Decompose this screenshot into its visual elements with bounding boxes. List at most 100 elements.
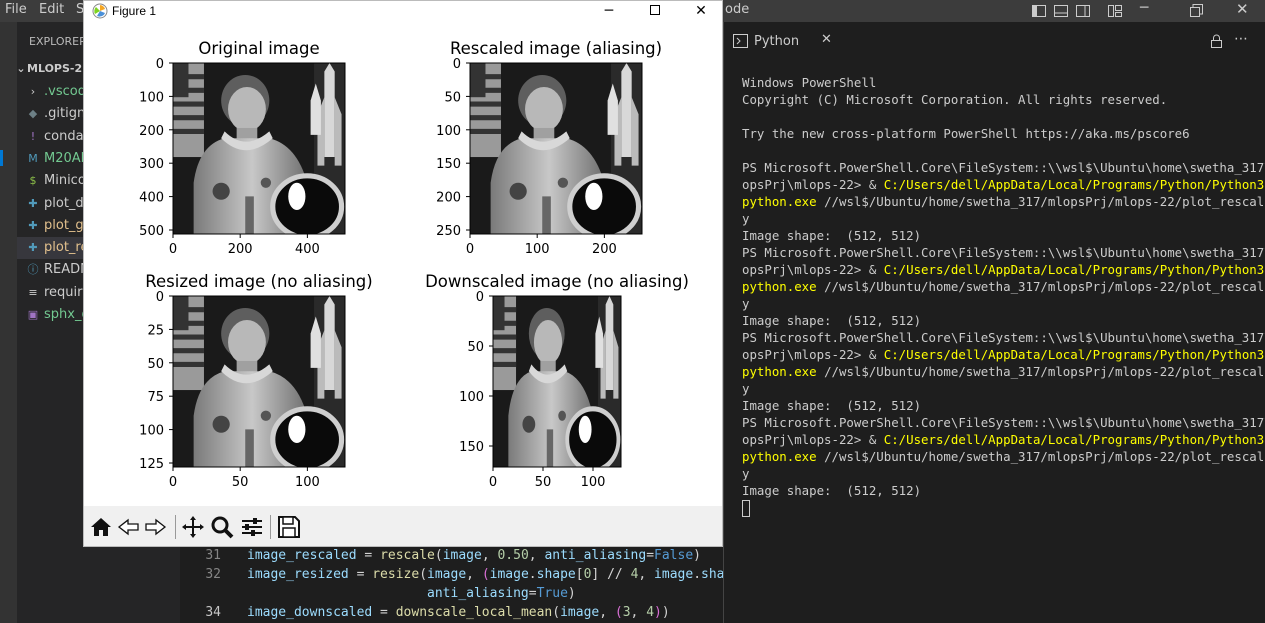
save-icon[interactable] (276, 514, 302, 540)
y-tick-label: 25 (147, 323, 164, 338)
y-tick-label: 50 (147, 357, 164, 372)
subplot: Resized image (no aliasing)0 50 1000255075… (139, 272, 373, 490)
back-icon[interactable] (116, 514, 142, 540)
y-tick-label: 0 (156, 57, 164, 72)
y-tick-label: 100 (139, 424, 164, 439)
menu-file[interactable]: File (5, 2, 27, 17)
toolbar-separator (270, 515, 271, 539)
y-tick-label: 250 (436, 224, 461, 239)
x-tick-label: 0 (466, 242, 474, 257)
subplot-title: Resized image (no aliasing) (145, 272, 372, 291)
astronaut-image (470, 63, 642, 237)
activity-indicator (0, 150, 3, 166)
forward-icon[interactable] (142, 514, 168, 540)
subplot: Rescaled image (aliasing)0 100 20005010015… (436, 39, 662, 257)
line-number: 32 (205, 567, 221, 582)
figure-close-icon[interactable]: ✕ (678, 1, 724, 21)
activity-bar (0, 22, 17, 623)
toolbar-separator (175, 515, 176, 539)
terminal-line: y (742, 296, 750, 311)
figure-canvas[interactable]: Original image 0 200 400 0 100 200 300 400 500 Res… (84, 21, 722, 506)
python-icon: ✚ (28, 218, 38, 232)
terminal-line: opsPrj\mlops-22> & C:/Users/dell/AppData… (742, 177, 1265, 192)
x-tick-label: 0 (489, 475, 497, 490)
y-tick-label: 150 (459, 440, 484, 455)
subplot-title: Downscaled image (no aliasing) (425, 272, 689, 291)
figure-toolbar (84, 506, 722, 546)
x-tick-label: 0 (169, 475, 177, 490)
window-title: ode (725, 2, 750, 17)
code-line: image_resized = resize(image, (image.sha… (247, 567, 723, 582)
close-tab-icon[interactable]: ✕ (821, 32, 832, 47)
zoom-icon[interactable] (209, 514, 235, 540)
lock-icon[interactable] (1210, 34, 1223, 49)
terminal-line: PS Microsoft.PowerShell.Core\FileSystem:… (742, 160, 1265, 175)
y-tick-label: 200 (139, 124, 164, 139)
terminal-tab[interactable]: Python ✕ (724, 22, 844, 60)
terminal-line: Try the new cross-platform PowerShell ht… (742, 126, 1190, 141)
close-window-icon[interactable]: ✕ (1236, 0, 1249, 18)
terminal-line: python.exe //wsl$/Ubuntu/home/swetha_317… (742, 279, 1265, 294)
toggle-secondary-sidebar-icon[interactable] (1075, 3, 1091, 19)
toggle-panel-icon[interactable] (1053, 3, 1069, 19)
terminal-line: y (742, 381, 750, 396)
y-tick-label: 500 (139, 224, 164, 239)
y-tick-label: 100 (459, 390, 484, 405)
menu-edit[interactable]: Edit (39, 2, 64, 17)
subplot: Original image 0 200 400 0 100 200 300 400 500 (139, 39, 346, 257)
customize-layout-icon[interactable] (1107, 3, 1123, 19)
x-tick-label: 0 (169, 242, 177, 257)
terminal-line: opsPrj\mlops-22> & C:/Users/dell/AppData… (742, 347, 1265, 362)
x-tick-label: 200 (228, 242, 253, 257)
terminal-icon (733, 34, 748, 48)
y-tick-label: 300 (139, 157, 164, 172)
terminal-line: Image shape: (512, 512) (742, 313, 922, 328)
terminal-line: Windows PowerShell (742, 75, 877, 90)
terminal-cursor (742, 499, 1262, 517)
y-tick-label: 150 (436, 157, 461, 172)
terminal-line: PS Microsoft.PowerShell.Core\FileSystem:… (742, 415, 1265, 430)
code-line: image_downscaled = downscale_local_mean(… (247, 605, 670, 620)
configure-icon[interactable] (239, 514, 265, 540)
y-tick-label: 100 (139, 90, 164, 105)
info-icon: ⓘ (27, 263, 39, 277)
home-icon[interactable] (88, 514, 114, 540)
code-line: anti_aliasing=True) (427, 586, 576, 601)
terminal-output[interactable]: Windows PowerShell Copyright (C) Microsof… (742, 74, 1265, 517)
minimize-icon[interactable]: ─ (1140, 0, 1148, 16)
code-editor[interactable]: 31 image_rescaled = rescale(image, 0.50, … (180, 546, 723, 623)
sidebar-item-label: M20AI (44, 150, 85, 166)
subplot-title: Rescaled image (aliasing) (450, 39, 662, 58)
chevron-down-icon: ⌄ (16, 62, 26, 75)
panel-header: Python ✕ ⋯ (724, 22, 1265, 60)
x-tick-label: 400 (295, 242, 320, 257)
y-tick-label: 0 (476, 290, 484, 305)
markdown-icon: M (28, 151, 38, 165)
figure-titlebar: Figure 1 ─ ✕ (84, 1, 722, 21)
more-actions-icon[interactable]: ⋯ (1234, 31, 1248, 47)
y-tick-label: 125 (139, 457, 164, 472)
subplots-svg: Original image0 200 4000100200300400500Res… (139, 39, 689, 490)
terminal-line: Copyright (C) Microsoft Corporation. All… (742, 92, 1168, 107)
line-number: 31 (205, 548, 221, 563)
list-icon: ≡ (28, 285, 38, 299)
toggle-sidebar-icon[interactable] (1031, 3, 1047, 19)
terminal-line: PS Microsoft.PowerShell.Core\FileSystem:… (742, 330, 1265, 345)
figure-minimize-icon[interactable]: ─ (586, 1, 632, 21)
terminal-line: python.exe //wsl$/Ubuntu/home/swetha_317… (742, 194, 1265, 209)
figure-maximize-icon[interactable] (632, 1, 678, 21)
y-tick-label: 100 (436, 124, 461, 139)
y-tick-label: 0 (156, 290, 164, 305)
subplot: Downscaled image (no aliasing)0 50 1000501… (425, 272, 689, 490)
workspace-folder[interactable]: ⌄MLOPS-22 (16, 62, 89, 75)
line-number: 34 (205, 605, 221, 620)
x-tick-label: 200 (592, 242, 617, 257)
y-tick-label: 200 (436, 191, 461, 206)
chevron-right-icon: › (30, 85, 36, 98)
terminal-line: y (742, 211, 750, 226)
restore-icon[interactable] (1190, 4, 1203, 17)
terminal-line: PS Microsoft.PowerShell.Core\FileSystem:… (742, 245, 1265, 260)
terminal-line: Image shape: (512, 512) (742, 398, 922, 413)
pan-icon[interactable] (180, 514, 206, 540)
